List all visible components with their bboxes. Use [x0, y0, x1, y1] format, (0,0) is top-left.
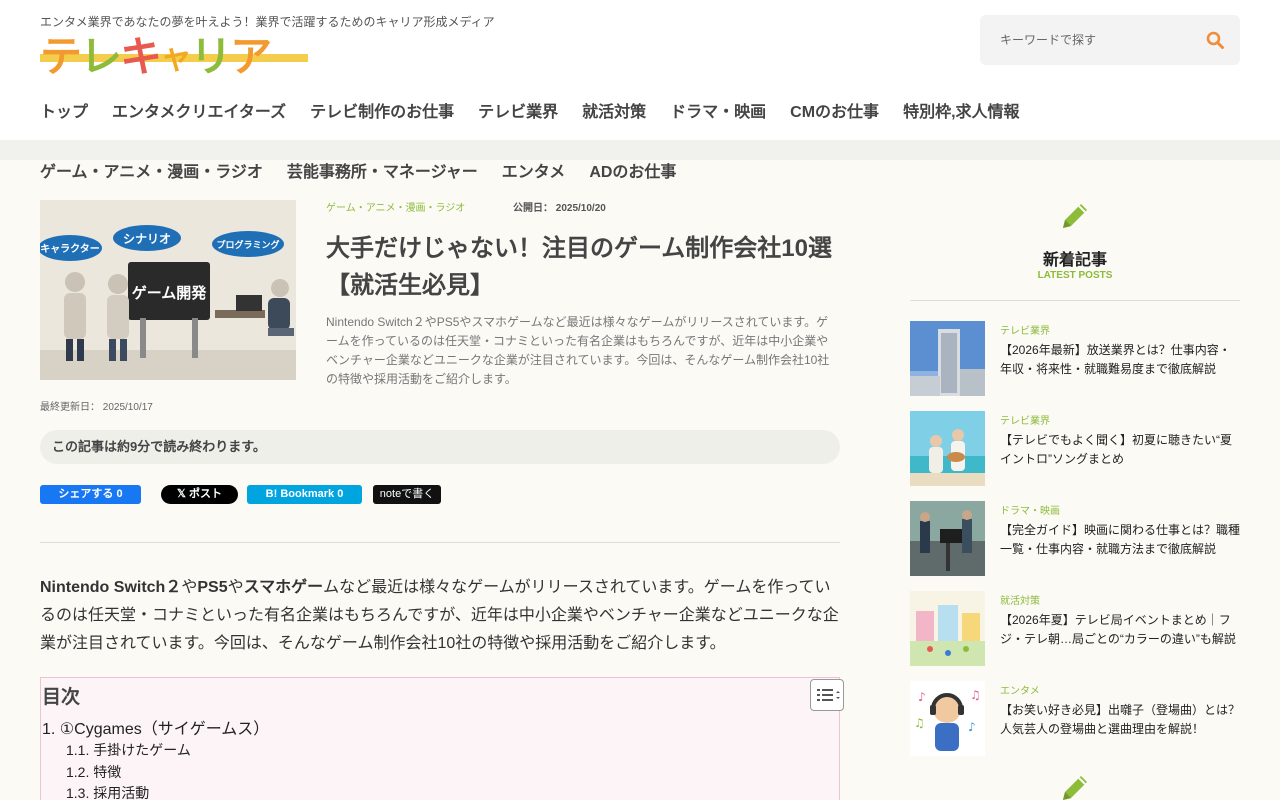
nav-item-job-hunting[interactable]: 就活対策 — [582, 98, 646, 122]
post-category: テレビ業界 — [1000, 326, 1050, 337]
published-value: 2025/10/20 — [555, 203, 606, 214]
beach-couple-image — [910, 411, 985, 486]
search-icon[interactable] — [1206, 31, 1224, 49]
search-input[interactable] — [980, 15, 1190, 65]
nav-strip — [0, 140, 1280, 160]
updated-date: 最終更新日： 2025/10/17 — [40, 398, 153, 413]
nav-item-cm[interactable]: CMのお仕事 — [790, 98, 879, 122]
intro-text: や — [227, 579, 244, 596]
nav-item-ad-work[interactable]: ADのお仕事 — [589, 158, 676, 182]
facebook-share-button[interactable]: シェアする 0 — [40, 485, 141, 504]
nav-item-tv-production[interactable]: テレビ制作のお仕事 — [310, 98, 454, 122]
nav-item-drama-movie[interactable]: ドラマ・映画 — [670, 98, 766, 122]
reading-time-notice: この記事は約9分で読み終わります。 — [40, 430, 840, 464]
thumb-board-label: ゲーム開発 — [132, 284, 208, 302]
intro-text: や — [181, 579, 198, 596]
svg-text:♪: ♪ — [918, 690, 926, 704]
published-date: 公開日： 2025/10/20 — [513, 199, 606, 214]
thumb-bubble-character: キャラクター — [40, 243, 100, 255]
nav-item-tv-industry[interactable]: テレビ業界 — [478, 98, 558, 122]
post-thumbnail — [910, 321, 985, 396]
nav-item-talent-agency[interactable]: 芸能事務所・マネージャー — [287, 158, 478, 182]
article-intro: Nintendo Switch２やPS5やスマホゲームなど最近は様々なゲームがリ… — [40, 574, 840, 658]
latest-posts-subtitle: LATEST POSTS — [1037, 270, 1113, 281]
pencil-icon — [1063, 776, 1087, 800]
post-thumbnail — [910, 411, 985, 486]
post-title[interactable]: 【完全ガイド】映画に関わる仕事とは？職種一覧・仕事内容・就職方法まで徹底解説 — [1000, 521, 1242, 559]
x-post-button[interactable]: 𝕏 ポスト — [161, 485, 238, 504]
search-box — [980, 15, 1240, 65]
intro-bold: PS5 — [197, 579, 228, 596]
logo-char: キ — [120, 32, 162, 81]
logo-char: ャ — [160, 38, 192, 76]
intro-bold: Nintendo Switch２ — [40, 579, 182, 596]
article-category[interactable]: ゲーム・アニメ・漫画・ラジオ — [326, 199, 465, 214]
pencil-icon — [1063, 204, 1087, 228]
latest-post-item[interactable]: テレビ業界 【テレビでもよく聞く】初夏に聴きたい“夏イントロ”ソングまとめ — [910, 411, 1240, 486]
svg-text:♫: ♫ — [970, 688, 981, 702]
article-excerpt: Nintendo Switch２やPS5やスマホゲームなど最近は様々なゲームがリ… — [326, 315, 830, 386]
post-category: ドラマ・映画 — [1000, 506, 1060, 517]
site-tagline: エンタメ業界であなたの夢を叶えよう！業界で活躍するためのキャリア形成メディア — [40, 15, 495, 29]
building-image — [910, 321, 985, 396]
hatena-bookmark-button[interactable]: B! Bookmark 0 — [247, 485, 362, 504]
svg-text:♫: ♫ — [914, 716, 925, 730]
toc-subitem[interactable]: 1.3. 採用活動 — [66, 783, 149, 800]
music-listener-image: ♪ ♫ ♫ ♪ — [910, 681, 985, 756]
post-thumbnail — [910, 501, 985, 576]
toc-title: 目次 — [42, 687, 81, 708]
post-title[interactable]: 【2026年夏】テレビ局イベントまとめ｜フジ・テレ朝…局ごとの“カラーの違い”も… — [1000, 611, 1242, 649]
updated-value: 2025/10/17 — [102, 402, 153, 413]
game-dev-figurines-image: ゲーム開発 キャラクター シナリオ プログラミング — [40, 200, 296, 380]
film-crew-image — [910, 501, 985, 576]
article-title: 大手だけじゃない！注目のゲーム制作会社10選【就活生必見】 — [326, 235, 832, 299]
sidebar-divider — [910, 300, 1240, 301]
content-divider — [40, 542, 840, 543]
latest-post-item[interactable]: ドラマ・映画 【完全ガイド】映画に関わる仕事とは？職種一覧・仕事内容・就職方法ま… — [910, 501, 1240, 576]
nav-item-entertainment[interactable]: エンタメ — [502, 158, 566, 182]
toc-toggle-button[interactable] — [810, 679, 844, 711]
thumb-bubble-scenario: シナリオ — [123, 232, 171, 246]
site-logo[interactable]: テ レ キ ャ リ ア — [40, 32, 308, 81]
latest-post-item[interactable]: テレビ業界 【2026年最新】放送業界とは？仕事内容・年収・将来性・就職難易度ま… — [910, 321, 1240, 396]
latest-posts-title: 新着記事 — [1042, 252, 1107, 269]
toc-subitem[interactable]: 1.1. 手掛けたゲーム — [66, 740, 191, 760]
thumb-bubble-programming: プログラミング — [216, 239, 279, 251]
nav-item-game-anime[interactable]: ゲーム・アニメ・漫画・ラジオ — [40, 158, 263, 182]
nav-item-top[interactable]: トップ — [40, 98, 88, 122]
main-nav: トップ エンタメクリエイターズ テレビ制作のお仕事 テレビ業界 就活対策 ドラマ… — [40, 98, 1020, 122]
nav-item-jobs[interactable]: 特別枠,求人情報 — [903, 98, 1019, 122]
latest-post-item[interactable]: ♪ ♫ ♫ ♪ エンタメ 【お笑い好き必見】出囃子（登場曲）とは？人気芸人の登場… — [910, 681, 1240, 756]
updated-label: 最終更新日： — [40, 402, 100, 413]
article-thumbnail[interactable]: ゲーム開発 キャラクター シナリオ プログラミング — [40, 200, 296, 380]
post-thumbnail: ♪ ♫ ♫ ♪ — [910, 681, 985, 756]
intro-bold: スマホゲー — [243, 579, 324, 596]
list-icon — [817, 689, 840, 701]
logo-char: テ — [40, 32, 82, 81]
svg-text:♪: ♪ — [968, 720, 976, 734]
event-illustration-image — [910, 591, 985, 666]
post-category: エンタメ — [1000, 686, 1040, 697]
table-of-contents: 目次 1. ①Cygames（サイゲームス） 1.1. 手掛けたゲーム 1.2.… — [40, 677, 844, 800]
published-label: 公開日： — [513, 203, 553, 214]
post-title[interactable]: 【2026年最新】放送業界とは？仕事内容・年収・将来性・就職難易度まで徹底解説 — [1000, 341, 1242, 379]
post-title[interactable]: 【テレビでもよく聞く】初夏に聴きたい“夏イントロ”ソングまとめ — [1000, 431, 1242, 469]
post-title[interactable]: 【お笑い好き必見】出囃子（登場曲）とは？人気芸人の登場曲と選曲理由を解説！ — [1000, 701, 1242, 739]
toc-subitem[interactable]: 1.2. 特徴 — [66, 762, 121, 782]
post-thumbnail — [910, 591, 985, 666]
sub-nav: ゲーム・アニメ・漫画・ラジオ 芸能事務所・マネージャー エンタメ ADのお仕事 — [40, 158, 676, 182]
note-share-button[interactable]: noteで書く — [373, 485, 441, 504]
toc-item[interactable]: 1. ①Cygames（サイゲームス） — [42, 715, 269, 739]
logo-char: リ — [190, 32, 232, 81]
logo-char: ア — [230, 32, 272, 81]
post-category: テレビ業界 — [1000, 416, 1050, 427]
nav-item-creators[interactable]: エンタメクリエイターズ — [112, 98, 286, 122]
site-header: エンタメ業界であなたの夢を叶えよう！業界で活躍するためのキャリア形成メディア テ… — [0, 0, 1280, 140]
logo-char: レ — [80, 32, 122, 81]
latest-post-item[interactable]: 就活対策 【2026年夏】テレビ局イベントまとめ｜フジ・テレ朝…局ごとの“カラー… — [910, 591, 1240, 666]
post-category: 就活対策 — [1000, 596, 1040, 607]
